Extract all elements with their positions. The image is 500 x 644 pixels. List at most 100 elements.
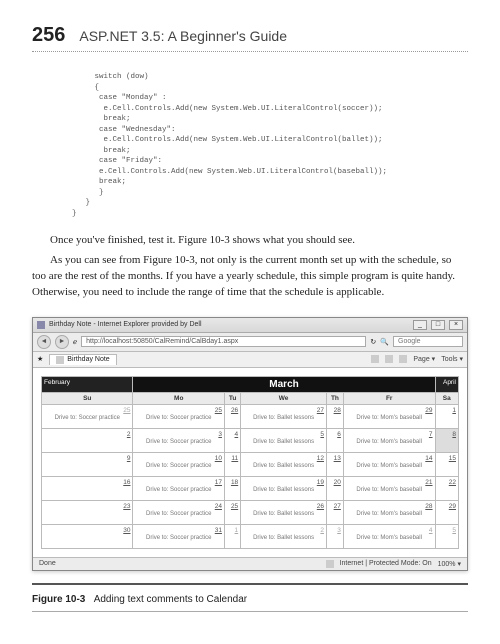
calendar-cell[interactable]: 15 xyxy=(435,452,458,476)
refresh-icon[interactable]: ↻ xyxy=(370,338,376,346)
calendar-cell[interactable]: 2Drive to: Ballet lessons xyxy=(241,524,327,548)
calendar-cell[interactable]: 25Drive to: Soccer practice xyxy=(42,404,133,428)
calendar-cell[interactable]: 22 xyxy=(435,476,458,500)
window-title: Birthday Note - Internet Explorer provid… xyxy=(49,321,409,328)
calendar-cell[interactable]: 5 xyxy=(435,524,458,548)
body-text: Once you've finished, test it. Figure 10… xyxy=(32,233,468,301)
back-button[interactable]: ◄ xyxy=(37,335,51,349)
calendar-cell[interactable]: 25Drive to: Soccer practice xyxy=(133,404,224,428)
maximize-button[interactable]: □ xyxy=(431,320,445,330)
calendar-cell[interactable]: 11 xyxy=(224,452,240,476)
home-button[interactable] xyxy=(371,355,379,363)
search-icon[interactable]: 🔍 xyxy=(380,338,389,346)
calendar-cell[interactable]: 14Drive to: Mom's baseball xyxy=(343,452,435,476)
toolbar: Page ▾ Tools ▾ xyxy=(371,355,463,363)
browser-window: Birthday Note - Internet Explorer provid… xyxy=(32,317,468,571)
tab-label: Birthday Note xyxy=(67,356,109,363)
calendar-cell[interactable]: 3 xyxy=(327,524,344,548)
figure-caption: Figure 10-3 Adding text comments to Cale… xyxy=(32,583,468,612)
calendar-cell[interactable]: 29 xyxy=(435,500,458,524)
calendar-cell[interactable]: 26 xyxy=(224,404,240,428)
favorites-icon[interactable]: ★ xyxy=(37,355,43,363)
calendar-cell[interactable]: 25 xyxy=(224,500,240,524)
print-button[interactable] xyxy=(399,355,407,363)
calendar-cell[interactable]: 7Drive to: Mom's baseball xyxy=(343,428,435,452)
calendar-cell[interactable]: 10Drive to: Soccer practice xyxy=(133,452,224,476)
calendar-cell[interactable]: 4 xyxy=(224,428,240,452)
dayname: Sa xyxy=(435,392,458,404)
calendar-cell[interactable]: 2 xyxy=(42,428,133,452)
statusbar: Done Internet | Protected Mode: On 100% … xyxy=(33,557,467,570)
calendar-cell[interactable]: 4Drive to: Mom's baseball xyxy=(343,524,435,548)
dayname: Mo xyxy=(133,392,224,404)
tab-icon xyxy=(56,356,64,364)
dayname: Th xyxy=(327,392,344,404)
search-input[interactable]: Google xyxy=(393,336,463,347)
address-bar[interactable]: http://localhost:50850/CalRemind/CalBday… xyxy=(81,336,366,347)
calendar-cell[interactable]: 28Drive to: Mom's baseball xyxy=(343,500,435,524)
calendar-cell[interactable]: 20 xyxy=(327,476,344,500)
calendar-cell[interactable]: 27 xyxy=(327,500,344,524)
calendar-cell[interactable]: 31Drive to: Soccer practice xyxy=(133,524,224,548)
calendar-cell[interactable]: 29Drive to: Mom's baseball xyxy=(343,404,435,428)
calendar-cell[interactable]: 9 xyxy=(42,452,133,476)
tab-birthday-note[interactable]: Birthday Note xyxy=(49,354,116,365)
code-block: switch (dow) { case "Monday" : e.Cell.Co… xyxy=(72,72,468,219)
calendar-cell[interactable]: 23 xyxy=(42,500,133,524)
calendar-cell[interactable]: 5Drive to: Ballet lessons xyxy=(241,428,327,452)
calendar-cell[interactable]: 1 xyxy=(435,404,458,428)
address-icon: ℯ xyxy=(73,338,77,346)
calendar-cell[interactable]: 24Drive to: Soccer practice xyxy=(133,500,224,524)
close-button[interactable]: × xyxy=(449,320,463,330)
internet-zone-icon xyxy=(326,560,334,568)
calendar-cell[interactable]: 27Drive to: Ballet lessons xyxy=(241,404,327,428)
calendar-month-title: March xyxy=(133,376,435,392)
day-name-row: Su Mo Tu We Th Fr Sa xyxy=(42,392,459,404)
rss-button[interactable] xyxy=(385,355,393,363)
print-icon xyxy=(399,355,407,363)
calendar-cell[interactable]: 26Drive to: Ballet lessons xyxy=(241,500,327,524)
calendar-cell[interactable]: 1 xyxy=(224,524,240,548)
paragraph-1: Once you've finished, test it. Figure 10… xyxy=(32,233,468,249)
next-month-link[interactable]: April xyxy=(435,376,458,392)
forward-button[interactable]: ► xyxy=(55,335,69,349)
calendar-cell[interactable]: 18 xyxy=(224,476,240,500)
zoom-label[interactable]: 100% ▾ xyxy=(438,560,461,568)
calendar-cell[interactable]: 21Drive to: Mom's baseball xyxy=(343,476,435,500)
prev-month-link[interactable]: February xyxy=(42,376,133,392)
paragraph-2: As you can see from Figure 10-3, not onl… xyxy=(32,253,468,301)
navbar: ◄ ► ℯ http://localhost:50850/CalRemind/C… xyxy=(33,333,467,352)
dayname: Fr xyxy=(343,392,435,404)
calendar-cell[interactable]: 19Drive to: Ballet lessons xyxy=(241,476,327,500)
figure-label: Figure 10-3 xyxy=(32,594,85,605)
status-mid: Internet | Protected Mode: On xyxy=(340,560,432,567)
figure-text: Adding text comments to Calendar xyxy=(94,594,247,605)
titlebar: Birthday Note - Internet Explorer provid… xyxy=(33,318,467,333)
dayname: We xyxy=(241,392,327,404)
calendar-cell[interactable]: 30 xyxy=(42,524,133,548)
calendar-table: February March April Su Mo Tu We Th Fr S… xyxy=(41,376,459,549)
page-title: ASP.NET 3.5: A Beginner's Guide xyxy=(79,28,287,44)
tabbar: ★ Birthday Note Page ▾ Tools ▾ xyxy=(33,352,467,368)
calendar-page: February March April Su Mo Tu We Th Fr S… xyxy=(33,368,467,557)
calendar-cell[interactable]: 16 xyxy=(42,476,133,500)
calendar-cell[interactable]: 28 xyxy=(327,404,344,428)
page-header: 256 ASP.NET 3.5: A Beginner's Guide xyxy=(32,24,468,52)
page-menu[interactable]: Page ▾ xyxy=(413,355,435,363)
tools-menu[interactable]: Tools ▾ xyxy=(441,355,463,363)
minimize-button[interactable]: _ xyxy=(413,320,427,330)
dayname: Su xyxy=(42,392,133,404)
calendar-cell[interactable]: 3Drive to: Soccer practice xyxy=(133,428,224,452)
calendar-cell[interactable]: 13 xyxy=(327,452,344,476)
calendar-cell[interactable]: 6 xyxy=(327,428,344,452)
calendar-cell[interactable]: 8 xyxy=(435,428,458,452)
dayname: Tu xyxy=(224,392,240,404)
status-left: Done xyxy=(39,560,56,567)
figure: Birthday Note - Internet Explorer provid… xyxy=(32,317,468,571)
app-icon xyxy=(37,321,45,329)
home-icon xyxy=(371,355,379,363)
calendar-cell[interactable]: 17Drive to: Soccer practice xyxy=(133,476,224,500)
calendar-cell[interactable]: 12Drive to: Ballet lessons xyxy=(241,452,327,476)
page-number: 256 xyxy=(32,24,65,47)
calendar-body: 25Drive to: Soccer practice25Drive to: S… xyxy=(42,404,459,548)
